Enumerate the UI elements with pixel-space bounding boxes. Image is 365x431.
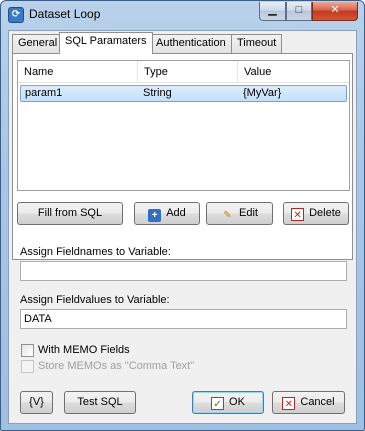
tab-timeout[interactable]: Timeout: [231, 34, 283, 53]
dataset-loop-icon[interactable]: ⟳: [8, 7, 24, 23]
checkmark-icon: ✓: [211, 397, 225, 410]
cell-value: {MyVar}: [243, 87, 282, 99]
test-sql-button[interactable]: Test SQL: [64, 391, 136, 414]
column-header-value[interactable]: Value: [238, 61, 349, 83]
window-title: Dataset Loop: [29, 7, 101, 21]
x-icon: ✕: [282, 397, 296, 410]
column-header-type[interactable]: Type: [138, 61, 238, 83]
cancel-label: Cancel: [300, 396, 335, 408]
tab-authentication[interactable]: Authentication: [150, 34, 232, 53]
fieldnames-input[interactable]: [20, 261, 347, 281]
cell-type: String: [143, 87, 172, 99]
parameters-table[interactable]: Name Type Value param1 String {MyVar}: [17, 60, 350, 191]
fieldnames-label: Assign Fieldnames to Variable:: [20, 246, 171, 258]
column-header-name[interactable]: Name: [18, 61, 138, 83]
ok-label: OK: [229, 396, 245, 408]
edit-button[interactable]: ✎ Edit: [206, 202, 273, 225]
add-label: Add: [166, 207, 186, 219]
cell-name: param1: [25, 87, 63, 99]
fill-from-sql-label: Fill from SQL: [37, 207, 103, 219]
title-bar[interactable]: ⟳ Dataset Loop ▁ □ ✕: [1, 1, 364, 29]
maximize-button[interactable]: □: [286, 2, 312, 21]
edit-label: Edit: [239, 207, 258, 219]
table-header: Name Type Value: [18, 61, 349, 83]
cancel-button[interactable]: ✕ Cancel: [272, 391, 345, 414]
fill-from-sql-button[interactable]: Fill from SQL: [17, 202, 123, 225]
table-row[interactable]: param1 String {MyVar}: [20, 85, 347, 102]
delete-button[interactable]: ✕ Delete: [283, 202, 349, 225]
minimize-button[interactable]: ▁: [259, 2, 286, 21]
variable-button[interactable]: {V}: [20, 391, 53, 414]
fieldvalues-input[interactable]: DATA: [20, 309, 347, 329]
with-memo-fields-label[interactable]: With MEMO Fields: [38, 344, 130, 356]
add-button[interactable]: + Add: [134, 202, 200, 225]
tab-sql-paramaters[interactable]: SQL Paramaters: [59, 32, 153, 54]
store-memos-checkbox[interactable]: [21, 360, 34, 373]
store-memos-label: Store MEMOs as "Comma Text": [38, 360, 195, 372]
dialog-window: ⟳ Dataset Loop ▁ □ ✕ General SQL Paramat…: [0, 0, 365, 431]
tab-panel-sql-paramaters: Name Type Value param1 String {MyVar} Fi…: [12, 53, 353, 260]
fieldvalues-label: Assign Fieldvalues to Variable:: [20, 294, 170, 306]
tab-general[interactable]: General: [12, 34, 64, 53]
dialog-client-area: General SQL Paramaters Authentication Ti…: [8, 30, 357, 424]
delete-label: Delete: [309, 207, 341, 219]
x-icon: ✕: [291, 208, 305, 221]
close-button[interactable]: ✕: [312, 2, 358, 21]
pencil-icon: ✎: [223, 210, 232, 221]
ok-button[interactable]: ✓ OK: [192, 391, 264, 414]
with-memo-fields-checkbox[interactable]: [21, 344, 34, 357]
plus-icon: +: [148, 209, 162, 222]
